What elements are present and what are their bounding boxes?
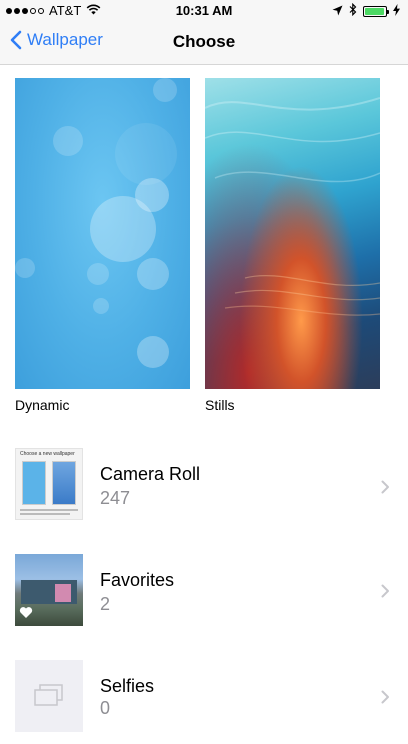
chevron-right-icon (381, 584, 389, 598)
stacked-photos-icon (34, 684, 63, 706)
album-row-favorites[interactable]: Favorites 2 (0, 548, 408, 638)
chevron-right-icon (381, 480, 389, 494)
favorites-thumbnail (15, 554, 83, 626)
status-right (332, 2, 400, 19)
stills-label: Stills (205, 397, 235, 413)
bluetooth-icon (349, 2, 357, 19)
bolt-icon (393, 3, 400, 19)
album-row-camera-roll[interactable]: Choose a new wallpaper Camera Roll 247 (0, 440, 408, 530)
chevron-right-icon (381, 690, 389, 704)
navigation-bar: Wallpaper Choose (0, 22, 408, 65)
album-count: 2 (100, 594, 111, 614)
album-count: 247 (100, 488, 131, 508)
album-count: 0 (100, 698, 111, 718)
camera-thumb-caption: Choose a new wallpaper (20, 451, 75, 457)
selfies-thumbnail (15, 660, 83, 732)
camera-roll-thumbnail: Choose a new wallpaper (15, 448, 83, 520)
album-row-selfies[interactable]: Selfies 0 (0, 654, 408, 744)
album-name: Camera Roll (100, 464, 201, 484)
dynamic-label: Dynamic (15, 397, 70, 413)
heart-icon (19, 607, 33, 618)
album-name: Favorites (100, 570, 175, 590)
album-name: Selfies (100, 676, 155, 696)
stills-wallpaper-tile[interactable] (205, 78, 380, 389)
battery-icon (363, 5, 389, 17)
dynamic-wallpaper-tile[interactable] (15, 78, 190, 389)
location-arrow-icon (332, 4, 343, 19)
status-bar: AT&T 10:31 AM (0, 0, 408, 22)
page-title: Choose (172, 32, 236, 51)
